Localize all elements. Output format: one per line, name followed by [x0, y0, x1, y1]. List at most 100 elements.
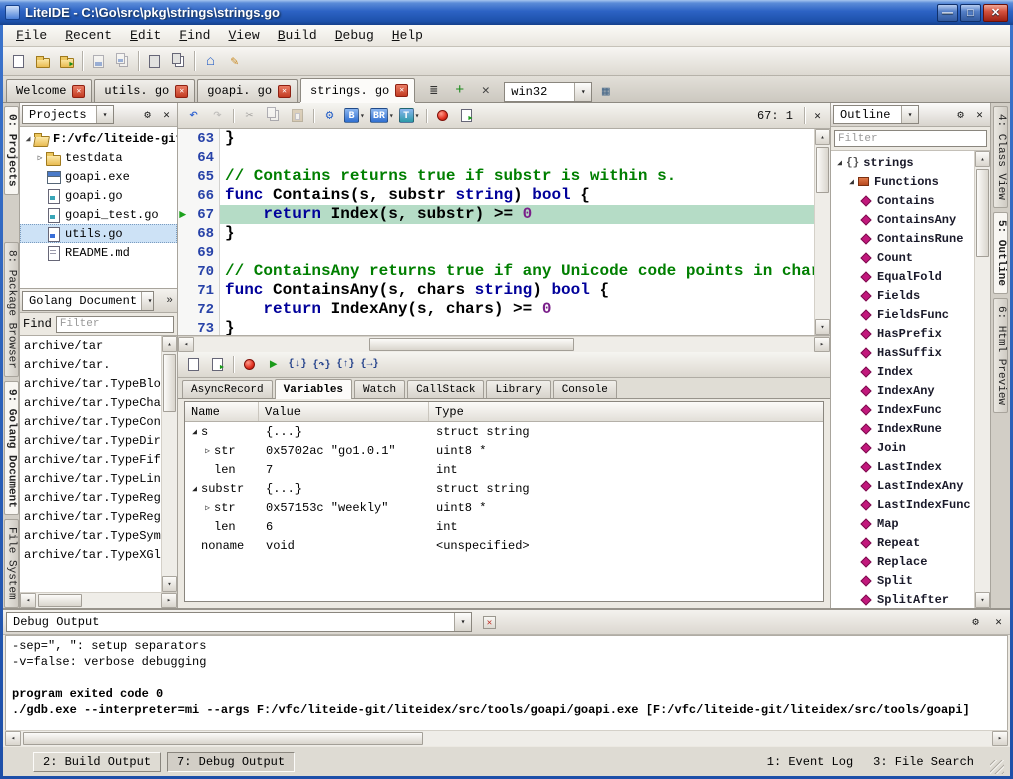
- variable-row[interactable]: ◢substr{...}struct string: [185, 479, 823, 498]
- outline-item[interactable]: FieldsFunc: [831, 305, 974, 324]
- list-item[interactable]: archive/tar.TypeSymlink: [20, 527, 161, 546]
- list-item[interactable]: archive/tar.TypeBlock: [20, 375, 161, 394]
- close-file-icon[interactable]: [143, 50, 166, 72]
- project-tree-item[interactable]: goapi.exe: [20, 167, 177, 186]
- scrollbar-thumb[interactable]: [976, 169, 989, 257]
- close-editor-icon[interactable]: ✕: [809, 107, 826, 124]
- project-tree-item[interactable]: goapi.go: [20, 186, 177, 205]
- outline-item[interactable]: IndexRune: [831, 419, 974, 438]
- scrollbar-thumb[interactable]: [38, 594, 82, 607]
- gutter-line[interactable]: 72: [178, 300, 219, 319]
- save-file-icon[interactable]: [87, 50, 110, 72]
- close-all-icon[interactable]: [167, 50, 190, 72]
- gutter-line[interactable]: 65: [178, 167, 219, 186]
- outline-item[interactable]: ContainsAny: [831, 210, 974, 229]
- output-console[interactable]: -sep=", ": setup separators-v=false: ver…: [5, 635, 1008, 730]
- new-tab-icon[interactable]: +: [448, 80, 471, 102]
- gutter-line[interactable]: 63: [178, 129, 219, 148]
- gutter-line[interactable]: ►67: [178, 205, 219, 224]
- outline-group-functions[interactable]: ◢Functions: [831, 172, 974, 191]
- outline-item[interactable]: LastIndexAny: [831, 476, 974, 495]
- list-item[interactable]: archive/tar.TypeChar: [20, 394, 161, 413]
- outline-root[interactable]: ◢{}strings: [831, 153, 974, 172]
- editor-tab-utils-go[interactable]: utils. go✕: [94, 79, 195, 102]
- project-tree-item[interactable]: utils.go: [20, 224, 177, 243]
- paste-icon[interactable]: [286, 105, 309, 127]
- side-tab-file-system[interactable]: File System: [4, 519, 19, 608]
- outline-item[interactable]: LastIndex: [831, 457, 974, 476]
- variable-row[interactable]: ▷str0x5702ac "go1.0.1"uint8 *: [185, 441, 823, 460]
- debug-tab-callstack[interactable]: CallStack: [407, 380, 484, 398]
- scroll-up-icon[interactable]: ▴: [162, 336, 177, 352]
- clear-output-icon[interactable]: [478, 611, 501, 633]
- editor-tab-strings-go[interactable]: strings. go✕: [300, 78, 415, 102]
- side-tab-6-html-preview[interactable]: 6: Html Preview: [993, 298, 1008, 413]
- save-all-icon[interactable]: [111, 50, 134, 72]
- minimize-button[interactable]: —: [937, 4, 958, 22]
- status-item-3-file-search[interactable]: 3: File Search: [865, 755, 982, 769]
- debug-tab-variables[interactable]: Variables: [275, 379, 352, 399]
- outline-filter-input[interactable]: [834, 130, 987, 147]
- variable-row[interactable]: len7int: [185, 460, 823, 479]
- build-config-icon[interactable]: ⚙: [318, 105, 341, 127]
- menu-find[interactable]: Find: [170, 26, 219, 45]
- scrollbar-thumb[interactable]: [816, 147, 829, 193]
- step-into-icon[interactable]: {↓}: [286, 354, 309, 376]
- new-file-icon[interactable]: [7, 50, 30, 72]
- list-item[interactable]: archive/tar.TypeFifo: [20, 451, 161, 470]
- resize-grip[interactable]: [990, 760, 1004, 774]
- variable-row[interactable]: nonamevoid<unspecified>: [185, 536, 823, 555]
- scrollbar-thumb[interactable]: [369, 338, 574, 351]
- side-tab-0-projects[interactable]: 0: Projects: [4, 106, 19, 195]
- build-combo-br[interactable]: BR▾: [368, 107, 396, 124]
- build-env-selector[interactable]: win32 ▾: [504, 82, 592, 102]
- status-button-7-debug-output[interactable]: 7: Debug Output: [167, 752, 295, 772]
- outline-item[interactable]: LastIndexFunc: [831, 495, 974, 514]
- scrollbar-thumb[interactable]: [23, 732, 423, 745]
- close-button[interactable]: ✕: [983, 4, 1008, 22]
- outline-item[interactable]: Contains: [831, 191, 974, 210]
- scrollbar-thumb[interactable]: [163, 354, 176, 412]
- document-view-selector[interactable]: Golang Document ▾: [22, 291, 154, 311]
- scroll-left-icon[interactable]: ◂: [5, 731, 21, 746]
- status-item-1-event-log[interactable]: 1: Event Log: [759, 755, 861, 769]
- list-item[interactable]: archive/tar.TypeCont: [20, 413, 161, 432]
- scroll-left-icon[interactable]: ◂: [178, 337, 194, 352]
- list-item[interactable]: archive/tar.TypeLink: [20, 470, 161, 489]
- start-debug-icon[interactable]: [431, 105, 454, 127]
- menu-help[interactable]: Help: [383, 26, 432, 45]
- column-header-value[interactable]: Value: [259, 402, 429, 421]
- outline-item[interactable]: Replace: [831, 552, 974, 571]
- output-selector[interactable]: Debug Output ▾: [6, 612, 472, 632]
- scroll-right-icon[interactable]: ▸: [992, 731, 1008, 746]
- gear-icon[interactable]: ⚙: [139, 106, 156, 123]
- outline-item[interactable]: IndexAny: [831, 381, 974, 400]
- outline-view-selector[interactable]: Outline ▾: [833, 105, 919, 124]
- outline-item[interactable]: ContainsRune: [831, 229, 974, 248]
- run-to-line-icon[interactable]: {→}: [358, 354, 381, 376]
- gear-icon[interactable]: ⚙: [967, 614, 984, 631]
- menu-debug[interactable]: Debug: [326, 26, 383, 45]
- list-item[interactable]: archive/tar.TypeDir: [20, 432, 161, 451]
- menu-recent[interactable]: Recent: [56, 26, 121, 45]
- variable-row[interactable]: ◢s{...}struct string: [185, 422, 823, 441]
- debug-external-icon[interactable]: [455, 105, 478, 127]
- list-item[interactable]: archive/tar.: [20, 356, 161, 375]
- build-combo-b[interactable]: B▾: [342, 107, 367, 124]
- outline-item[interactable]: Index: [831, 362, 974, 381]
- code-area[interactable]: } // Contains returns true if substr is …: [220, 129, 814, 335]
- gutter-line[interactable]: 68: [178, 224, 219, 243]
- outline-item[interactable]: Join: [831, 438, 974, 457]
- record-log-icon[interactable]: [182, 354, 205, 376]
- outline-item[interactable]: IndexFunc: [831, 400, 974, 419]
- side-tab-4-class-view[interactable]: 4: Class View: [993, 106, 1008, 208]
- menu-build[interactable]: Build: [269, 26, 326, 45]
- titlebar[interactable]: LiteIDE - C:\Go\src\pkg\strings\strings.…: [0, 0, 1013, 25]
- outline-item[interactable]: Fields: [831, 286, 974, 305]
- projects-view-selector[interactable]: Projects ▾: [22, 105, 114, 124]
- list-item[interactable]: archive/tar: [20, 337, 161, 356]
- debug-tab-console[interactable]: Console: [553, 380, 617, 398]
- list-item[interactable]: archive/tar.TypeXGlobalHeader: [20, 546, 161, 565]
- menu-file[interactable]: File: [7, 26, 56, 45]
- close-all-tabs-icon[interactable]: ✕: [474, 80, 497, 102]
